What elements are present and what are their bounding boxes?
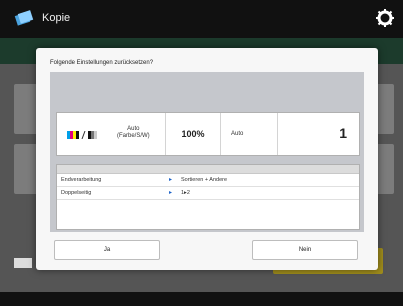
gear-icon[interactable] [375,8,395,28]
list-item: Doppelseitig ▸ 1▸2 [57,187,359,200]
bottom-bar [0,292,403,306]
list-item: Endverarbeitung ▸ Sortieren + Andere [57,174,359,187]
settings-panel: Auto (Farbe/S/W) 100% Auto 1 Endverarbei… [50,72,364,232]
color-bw-icon [67,131,97,139]
zoom-cell: 100% [165,113,221,155]
settings-summary: Auto (Farbe/S/W) 100% Auto 1 [56,112,360,156]
color-mode-label: Auto (Farbe/S/W) [117,126,150,140]
arrow-icon: ▸ [169,177,173,183]
arrow-icon: ▸ [169,190,173,196]
paper-cell: Auto [219,113,278,155]
copy-icon [14,10,34,26]
color-mode-text: Auto (Farbe/S/W) [117,126,150,139]
setting-label: Doppelseitig [61,190,92,196]
top-bar: Kopie [0,0,403,38]
setting-value: Sortieren + Andere [181,177,228,183]
setting-value: 1▸2 [181,190,190,196]
setting-label: Endverarbeitung [61,177,102,183]
list-header [57,165,359,174]
no-button[interactable]: Nein [252,240,358,260]
dialog-title: Folgende Einstellungen zurücksetzen? [50,60,154,66]
background-icon [14,258,32,268]
paper-value: Auto [231,131,244,137]
changed-settings-list: Endverarbeitung ▸ Sortieren + Andere Dop… [56,164,360,230]
reset-settings-dialog: Folgende Einstellungen zurücksetzen? Aut… [36,48,378,270]
copies-count: 1 [339,125,347,141]
zoom-value: 100% [181,129,205,139]
yes-button[interactable]: Ja [54,240,160,260]
app-title: Kopie [42,12,71,24]
